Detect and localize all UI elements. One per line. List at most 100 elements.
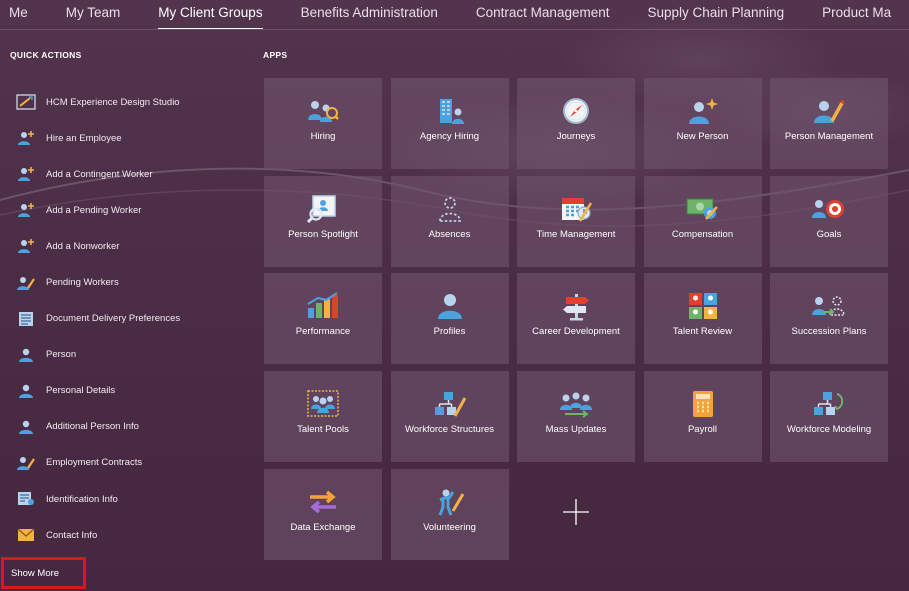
app-tile-label: Workforce Structures [404,424,495,436]
app-tile-label: Performance [295,326,351,338]
quick-action-additional-person-info[interactable]: Additional Person Info [16,409,246,445]
workforce-modeling-icon [812,389,846,419]
mass-updates-icon [559,389,593,419]
quick-action-add-pending-worker[interactable]: Add a Pending Worker [16,192,246,228]
app-tile-succession-plans[interactable]: Succession Plans [770,273,888,365]
app-tile-label: Talent Review [672,326,733,338]
quick-action-label: Identification Info [46,493,118,505]
compass-icon [559,96,593,126]
app-tile-talent-review[interactable]: Talent Review [643,273,762,365]
envelope-icon [16,526,36,544]
quick-action-hcm-design-studio[interactable]: HCM Experience Design Studio [16,84,246,120]
plus-icon [562,498,590,531]
app-tile-mass-updates[interactable]: Mass Updates [517,371,635,463]
person-management-icon [812,96,846,126]
succession-icon [812,291,846,321]
app-tile-label: Payroll [687,424,718,436]
quick-actions-list: HCM Experience Design Studio Hire an Emp… [16,84,246,553]
app-tile-volunteering[interactable]: Volunteering [390,468,509,560]
person-icon [16,418,36,436]
profile-icon [433,291,467,321]
app-tile-label: Career Development [532,326,620,338]
quick-action-employment-contracts[interactable]: Employment Contracts [16,445,246,481]
app-tile-workforce-modeling[interactable]: Workforce Modeling [770,371,888,463]
quick-action-label: Add a Nonworker [46,240,120,252]
quick-action-hire-employee[interactable]: Hire an Employee [16,120,246,156]
add-app-button[interactable] [517,469,635,560]
add-person-icon [16,237,36,255]
app-tile-career-development[interactable]: Career Development [517,273,635,365]
tab-supply-chain-planning[interactable]: Supply Chain Planning [628,0,803,29]
quick-action-label: Document Delivery Preferences [46,313,181,325]
performance-chart-icon [306,291,340,321]
person-edit-icon [16,454,36,472]
quick-action-personal-details[interactable]: Personal Details [16,373,246,409]
quick-action-person[interactable]: Person [16,337,246,373]
quick-action-label: Add a Pending Worker [46,204,142,216]
app-tile-label: Mass Updates [545,424,607,436]
app-tile-goals[interactable]: Goals [770,175,888,267]
app-tile-agency-hiring[interactable]: Agency Hiring [390,78,509,169]
app-tile-label: Volunteering [423,521,476,533]
app-tile-person-management[interactable]: Person Management [770,78,888,169]
tab-me[interactable]: Me [0,0,47,29]
quick-action-identification-info[interactable]: Identification Info [16,481,246,517]
show-more-label: Show More [11,567,60,579]
app-tile-new-person[interactable]: New Person [643,78,762,169]
app-tile-payroll[interactable]: Payroll [643,371,762,463]
app-tile-label: Person Management [784,131,874,142]
calculator-icon [686,389,720,419]
app-tile-label: Agency Hiring [419,131,480,142]
app-tile-journeys[interactable]: Journeys [517,78,635,169]
exchange-arrows-icon [306,487,340,517]
quick-action-label: Employment Contracts [46,457,143,469]
app-tile-absences[interactable]: Absences [390,175,509,267]
apps-title: APPS [263,50,288,60]
app-tile-talent-pools[interactable]: Talent Pools [264,371,382,463]
app-tile-profiles[interactable]: Profiles [390,273,509,365]
tab-benefits-administration[interactable]: Benefits Administration [282,0,457,29]
tab-contract-management[interactable]: Contract Management [457,0,629,29]
add-person-icon [16,165,36,183]
app-tile-label: Talent Pools [297,424,349,436]
calendar-icon [559,194,593,224]
person-edit-icon [16,274,36,292]
app-tile-label: Compensation [671,228,734,240]
tab-my-team[interactable]: My Team [47,0,140,29]
workforce-structures-icon [433,389,467,419]
quick-action-label: HCM Experience Design Studio [46,96,180,108]
app-tile-label: Time Management [536,228,616,240]
quick-action-label: Personal Details [46,385,116,397]
quick-action-add-nonworker[interactable]: Add a Nonworker [16,228,246,264]
quick-action-label: Add a Contingent Worker [46,168,153,180]
app-tile-person-spotlight[interactable]: Person Spotlight [264,175,382,267]
compensation-icon [686,194,720,224]
app-tile-data-exchange[interactable]: Data Exchange [264,468,382,560]
quick-action-pending-workers[interactable]: Pending Workers [16,264,246,300]
talent-pools-icon [306,389,340,419]
quick-action-label: Person [46,349,77,361]
app-tile-label: Person Spotlight [288,228,358,240]
tab-my-client-groups[interactable]: My Client Groups [139,0,281,29]
app-tile-compensation[interactable]: Compensation [643,175,762,267]
volunteering-icon [433,487,467,517]
app-tile-time-management[interactable]: Time Management [517,175,635,267]
person-icon [16,382,36,400]
quick-actions-title: QUICK ACTIONS [10,50,82,60]
add-person-icon [16,201,36,219]
hiring-icon [306,96,340,126]
design-studio-icon [16,93,36,111]
app-tile-hiring[interactable]: Hiring [264,78,382,169]
top-navigation: Me My Team My Client Groups Benefits Adm… [0,0,909,30]
quick-action-contact-info[interactable]: Contact Info [16,517,246,553]
app-tile-workforce-structures[interactable]: Workforce Structures [390,371,509,463]
goals-icon [812,194,846,224]
quick-action-document-delivery[interactable]: Document Delivery Preferences [16,301,246,337]
quick-action-add-contingent-worker[interactable]: Add a Contingent Worker [16,156,246,192]
app-tile-performance[interactable]: Performance [264,273,382,365]
tab-product-management[interactable]: Product Ma [803,0,909,29]
app-tile-label: Data Exchange [290,521,356,533]
app-tile-label: Journeys [556,131,596,142]
app-tile-label: New Person [676,131,729,142]
show-more-button[interactable]: Show More [1,557,86,589]
